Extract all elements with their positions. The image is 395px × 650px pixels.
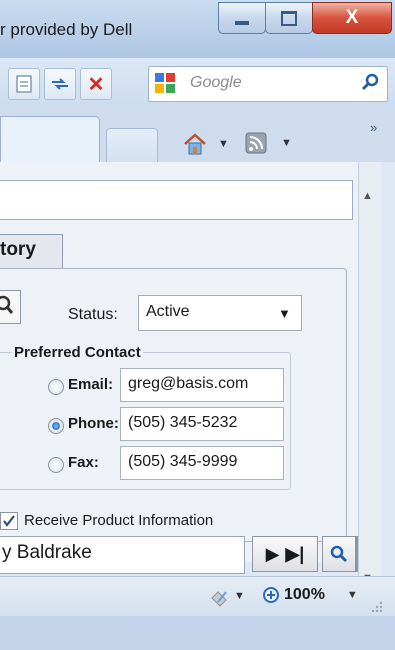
security-zone-icon (211, 591, 227, 607)
tab-current[interactable] (0, 116, 100, 163)
new-tab-button[interactable] (106, 128, 158, 163)
google-icon (155, 73, 175, 93)
scroll-up-icon[interactable]: ▲ (362, 190, 373, 202)
name-value: y Baldrake (2, 542, 92, 563)
window-title: r provided by Dell (0, 20, 133, 39)
close-icon: X (345, 7, 359, 28)
lookup-button[interactable] (0, 290, 21, 324)
maximize-icon (281, 10, 297, 26)
stop-button[interactable]: ✕ (80, 68, 112, 100)
chevron-down-icon: ▼ (218, 138, 229, 150)
zoom-value: 100% (284, 586, 325, 603)
compat-view-icon (16, 75, 32, 93)
preferred-contact-legend: Preferred Contact (12, 344, 143, 361)
minimize-icon (235, 21, 249, 25)
fax-label: Fax: (68, 454, 99, 471)
close-button[interactable]: X (312, 2, 392, 34)
phone-label: Phone: (68, 415, 119, 432)
chevron-right-icon[interactable]: » (370, 120, 377, 135)
search-icon (330, 545, 348, 563)
email-label: Email: (68, 376, 114, 393)
chevron-down-icon: ▼ (281, 137, 292, 149)
receive-info-checkbox[interactable] (0, 512, 18, 530)
stop-icon: ✕ (87, 73, 105, 96)
search-icon[interactable] (360, 72, 380, 92)
status-value: Active (146, 303, 190, 320)
phone-value: (505) 345-5232 (128, 414, 238, 431)
email-radio[interactable] (48, 379, 64, 395)
zoom-icon[interactable]: ▼ (208, 586, 245, 612)
home-icon (184, 133, 206, 155)
chevron-down-icon: ▼ (278, 306, 291, 321)
home-button[interactable]: ▼ (182, 132, 229, 156)
last-record-icon[interactable]: ▶| (285, 544, 304, 565)
vertical-scrollbar[interactable] (358, 162, 381, 576)
checkmark-icon (3, 515, 15, 527)
email-value: greg@basis.com (128, 375, 249, 392)
search-input[interactable]: Google (190, 74, 242, 92)
receive-info-label: Receive Product Information (24, 512, 214, 529)
compat-view-button[interactable] (8, 68, 40, 100)
refresh-icon (52, 78, 68, 90)
zoom-control[interactable]: 100% ▼ (262, 586, 358, 604)
print-button[interactable] (356, 536, 358, 572)
fax-radio[interactable] (48, 457, 64, 473)
address-field[interactable] (0, 180, 353, 220)
feeds-button[interactable]: ▼ (245, 132, 292, 154)
tab-history[interactable]: tory (0, 234, 63, 269)
fax-value: (505) 345-9999 (128, 453, 238, 470)
status-label: Status: (68, 306, 118, 323)
find-button[interactable] (322, 536, 356, 572)
minimize-button[interactable] (218, 2, 266, 34)
chevron-down-icon: ▼ (346, 589, 358, 601)
search-box[interactable] (148, 66, 388, 102)
next-record-icon[interactable]: ▶ (266, 544, 280, 565)
feeds-icon (245, 132, 267, 154)
window-frame-bottom (0, 616, 395, 650)
record-nav-group: ▶ ▶| (252, 536, 318, 572)
resize-grip-icon[interactable] (370, 600, 384, 614)
maximize-button[interactable] (265, 2, 313, 34)
refresh-button[interactable] (44, 68, 76, 100)
phone-radio[interactable] (48, 418, 64, 434)
search-icon (0, 295, 14, 314)
zoom-magnifier-icon (263, 587, 279, 603)
chevron-down-icon: ▼ (234, 590, 245, 602)
